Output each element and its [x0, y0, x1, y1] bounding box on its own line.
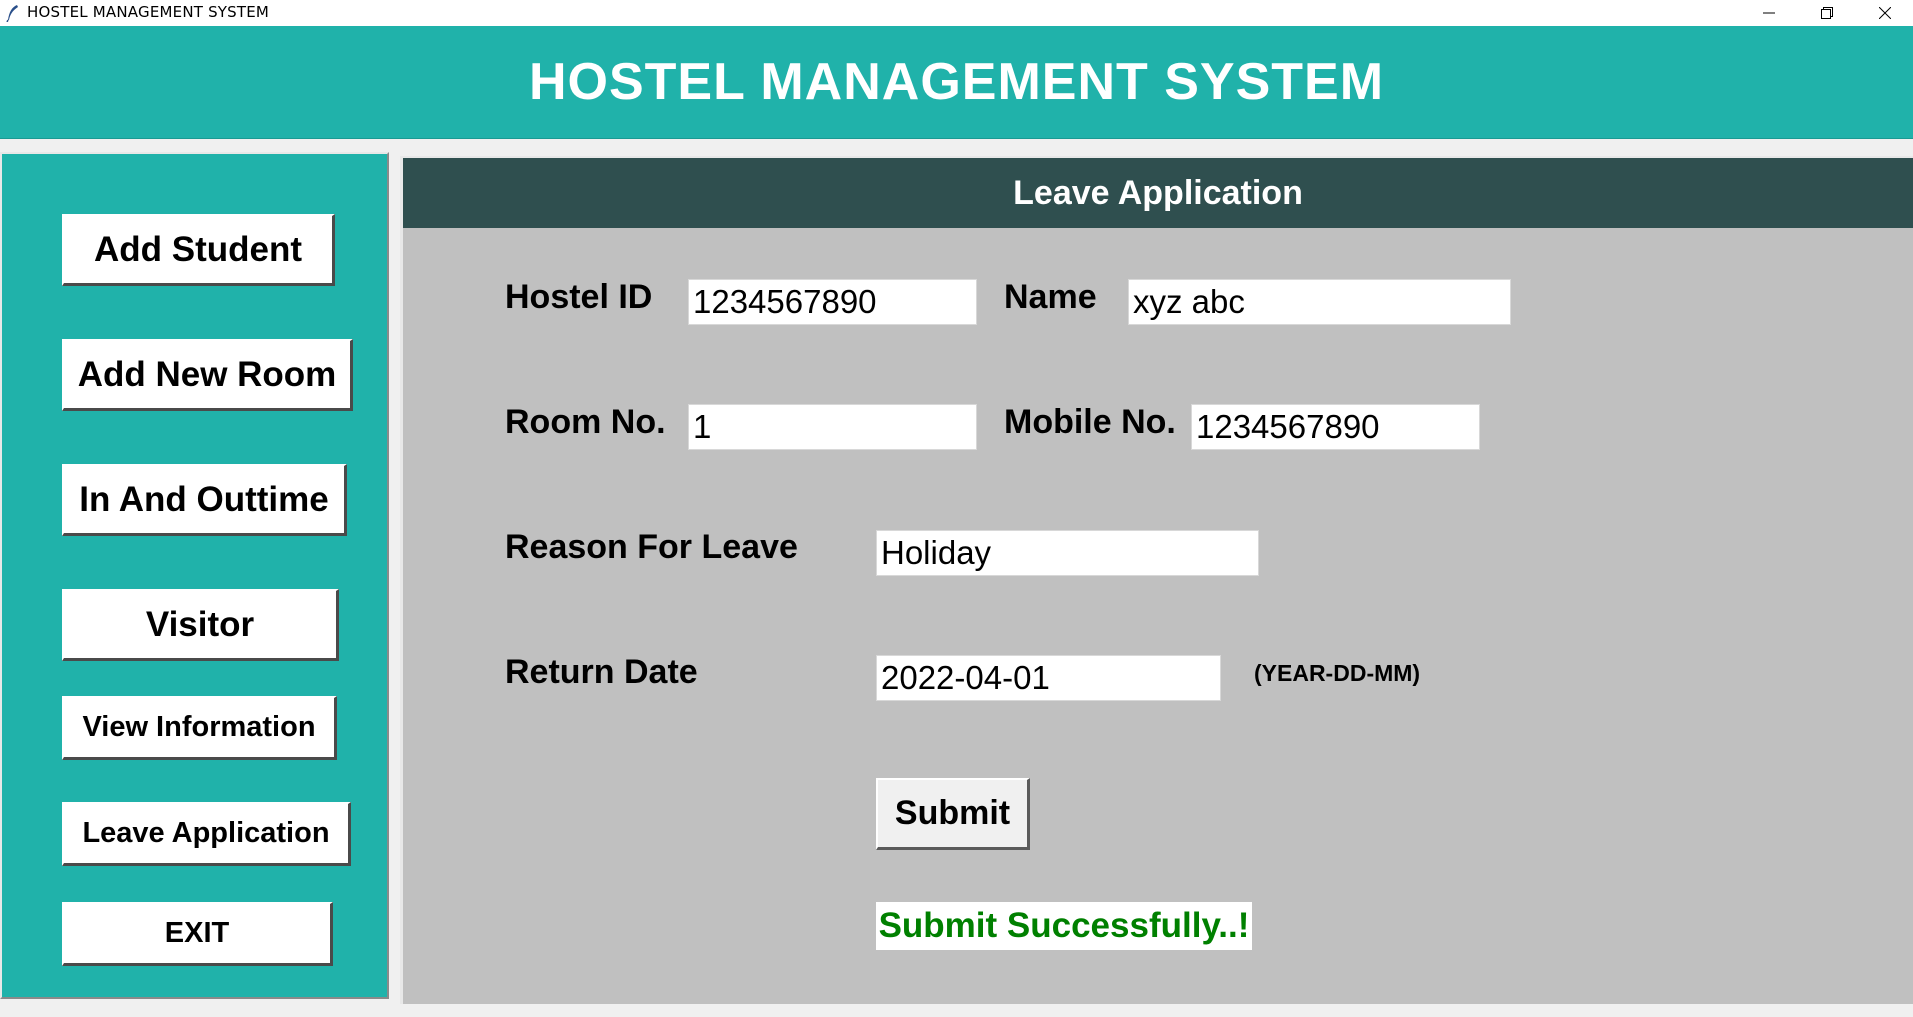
visitor-button[interactable]: Visitor [62, 589, 339, 661]
app-header: HOSTEL MANAGEMENT SYSTEM [0, 26, 1913, 139]
return-date-input[interactable] [876, 655, 1221, 701]
minimize-button[interactable] [1740, 0, 1798, 26]
feather-icon [6, 5, 18, 22]
mobile-no-input[interactable] [1191, 404, 1480, 450]
hostel-id-label: Hostel ID [505, 278, 653, 316]
close-button[interactable] [1856, 0, 1913, 26]
window-title: HOSTEL MANAGEMENT SYSTEM [27, 3, 270, 21]
add-student-button[interactable]: Add Student [62, 214, 335, 286]
mobile-no-label: Mobile No. [1004, 403, 1176, 441]
panel-header: Leave Application [403, 158, 1913, 228]
close-icon [1879, 7, 1891, 19]
view-information-button[interactable]: View Information [62, 696, 337, 760]
window-titlebar: HOSTEL MANAGEMENT SYSTEM [0, 0, 1913, 26]
reason-for-leave-label: Reason For Leave [505, 528, 798, 566]
leave-application-panel: Leave Application Hostel ID Name Room No… [400, 156, 1913, 1004]
room-no-label: Room No. [505, 403, 666, 441]
sidebar: Add Student Add New Room In And Outtime … [0, 152, 389, 999]
app-title: HOSTEL MANAGEMENT SYSTEM [528, 53, 1385, 111]
restore-icon [1821, 7, 1833, 19]
name-input[interactable] [1128, 279, 1511, 325]
restore-button[interactable] [1798, 0, 1856, 26]
date-format-hint: (YEAR-DD-MM) [1254, 660, 1421, 686]
hostel-id-input[interactable] [688, 279, 977, 325]
leave-application-button[interactable]: Leave Application [62, 802, 351, 866]
name-label: Name [1004, 278, 1097, 316]
minimize-icon [1763, 12, 1775, 14]
panel-title: Leave Application [1013, 174, 1303, 212]
status-message: Submit Successfully..! [876, 902, 1252, 950]
in-and-outtime-button[interactable]: In And Outtime [62, 464, 347, 536]
submit-button[interactable]: Submit [876, 778, 1030, 850]
exit-button[interactable]: EXIT [62, 902, 333, 966]
reason-for-leave-input[interactable] [876, 530, 1259, 576]
add-new-room-button[interactable]: Add New Room [62, 339, 353, 411]
return-date-label: Return Date [505, 653, 698, 691]
room-no-input[interactable] [688, 404, 977, 450]
